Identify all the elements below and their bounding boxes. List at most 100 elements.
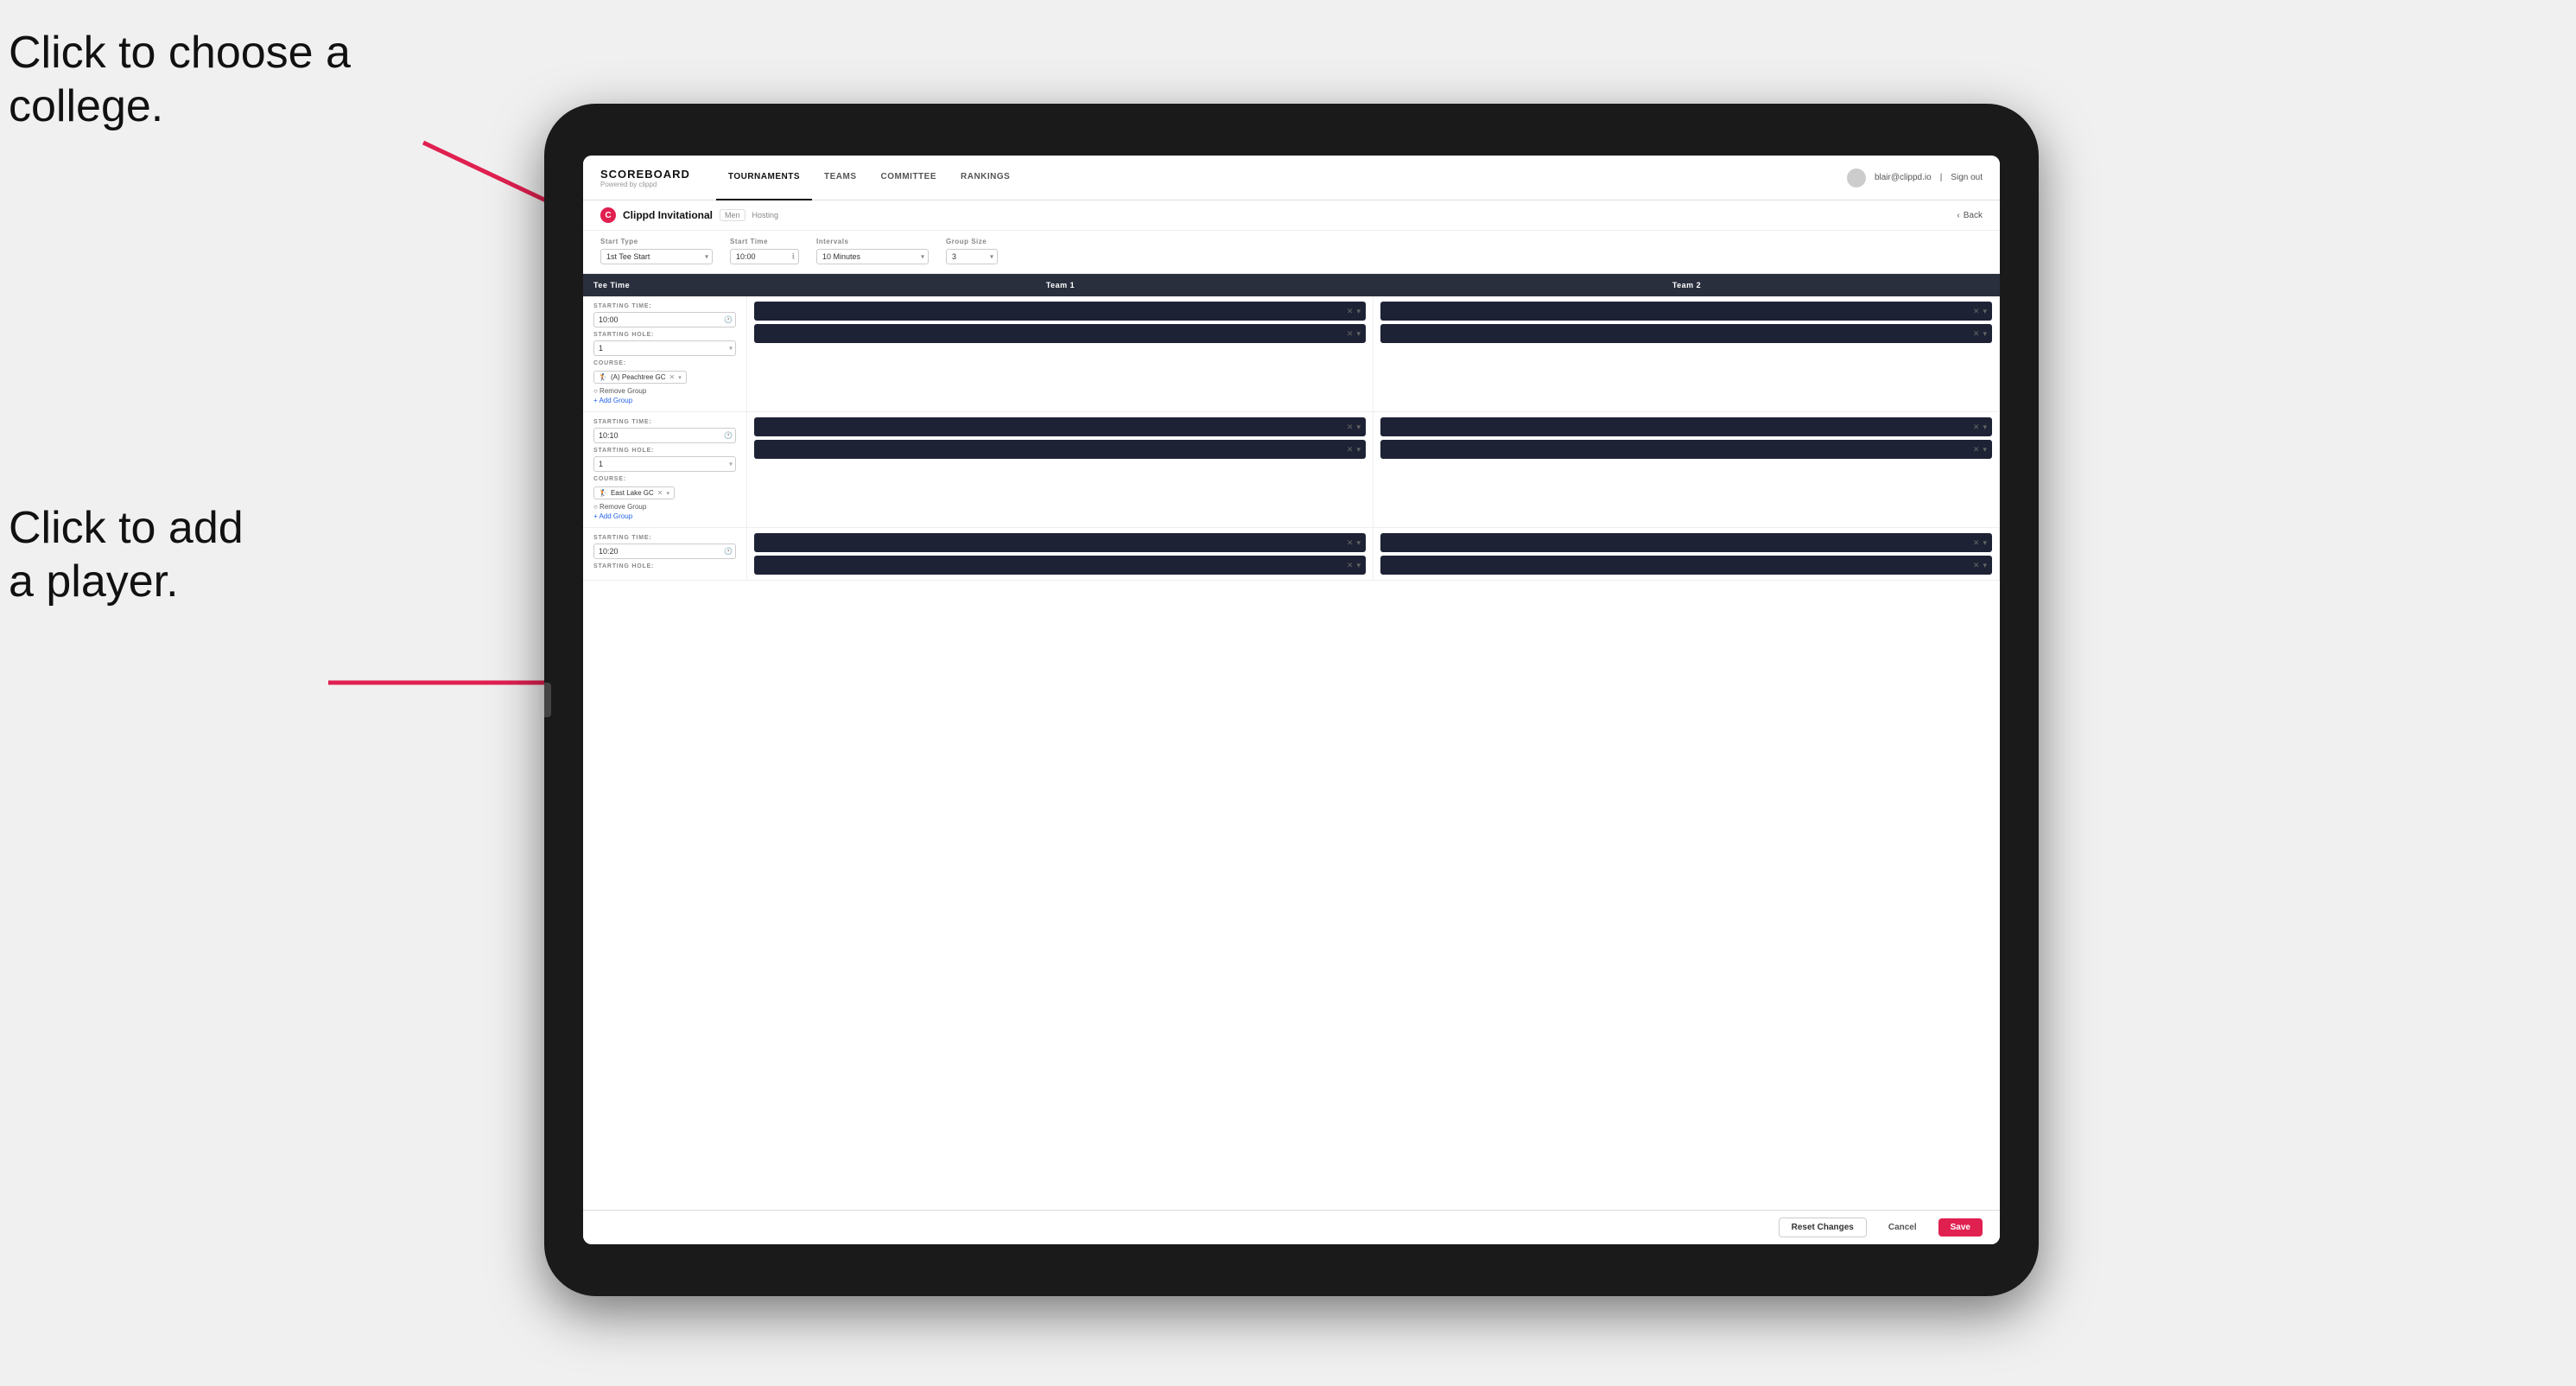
nav-link-committee[interactable]: COMMITTEE bbox=[869, 156, 949, 200]
add-group-2[interactable]: + Add Group bbox=[593, 512, 736, 520]
player-arr-icon[interactable]: ▾ bbox=[1983, 307, 1987, 316]
player-row-2-1[interactable]: ✕ ▾ bbox=[754, 417, 1366, 436]
group-2-left: STARTING TIME: 🕐 STARTING HOLE: 1 ▾ COUR… bbox=[583, 412, 747, 527]
remove-group-1[interactable]: ○ Remove Group bbox=[593, 387, 736, 395]
course-arr-2: ▾ bbox=[666, 490, 669, 497]
navbar: SCOREBOARD Powered by clippd TOURNAMENTS… bbox=[583, 156, 2000, 200]
player-row-2-3[interactable]: ✕ ▾ bbox=[1380, 417, 1992, 436]
nav-link-rankings[interactable]: RANKINGS bbox=[949, 156, 1022, 200]
brand-sub: Powered by clippd bbox=[600, 181, 690, 188]
th-tee-time: Tee Time bbox=[583, 274, 747, 296]
start-time-label: Start Time bbox=[730, 238, 799, 245]
player-arr-icon[interactable]: ▾ bbox=[1983, 445, 1987, 455]
nav-link-tournaments[interactable]: TOURNAMENTS bbox=[716, 156, 812, 200]
player-arr-icon[interactable]: ▾ bbox=[1356, 561, 1361, 570]
player-arr-icon[interactable]: ▾ bbox=[1983, 561, 1987, 570]
reset-button[interactable]: Reset Changes bbox=[1779, 1218, 1867, 1237]
player-arr-icon[interactable]: ▾ bbox=[1983, 538, 1987, 548]
remove-group-2[interactable]: ○ Remove Group bbox=[593, 503, 736, 511]
starting-hole-select-1[interactable]: 1 bbox=[593, 340, 736, 356]
annotation-choose-college: Click to choose a college. bbox=[9, 26, 351, 134]
sign-out-link[interactable]: Sign out bbox=[1951, 173, 1983, 182]
th-team2: Team 2 bbox=[1374, 274, 2000, 296]
nav-right: blair@clippd.io | Sign out bbox=[1847, 168, 1983, 188]
start-time-input[interactable] bbox=[730, 249, 799, 264]
player-arr-icon[interactable]: ▾ bbox=[1983, 329, 1987, 339]
player-row-1-2[interactable]: ✕ ▾ bbox=[754, 324, 1366, 343]
player-arr-icon[interactable]: ▾ bbox=[1356, 329, 1361, 339]
player-x-icon[interactable]: ✕ bbox=[1347, 445, 1354, 455]
cancel-button[interactable]: Cancel bbox=[1875, 1218, 1930, 1237]
player-arr-icon[interactable]: ▾ bbox=[1356, 538, 1361, 548]
course-remove-2[interactable]: ✕ bbox=[657, 489, 663, 497]
player-arr-icon[interactable]: ▾ bbox=[1983, 423, 1987, 432]
nav-link-teams[interactable]: TEAMS bbox=[812, 156, 869, 200]
player-row-3-3[interactable]: ✕ ▾ bbox=[1380, 533, 1992, 552]
save-button[interactable]: Save bbox=[1938, 1218, 1983, 1237]
player-row-2-2[interactable]: ✕ ▾ bbox=[754, 440, 1366, 459]
player-x-icon[interactable]: ✕ bbox=[1973, 423, 1980, 432]
player-arr-icon[interactable]: ▾ bbox=[1356, 445, 1361, 455]
add-group-1[interactable]: + Add Group bbox=[593, 397, 736, 404]
brand-title: SCOREBOARD bbox=[600, 168, 690, 181]
footer-bar: Reset Changes Cancel Save bbox=[583, 1210, 2000, 1244]
player-x-icon[interactable]: ✕ bbox=[1347, 423, 1354, 432]
player-x-icon[interactable]: ✕ bbox=[1973, 561, 1980, 570]
intervals-select[interactable]: 10 Minutes bbox=[816, 249, 929, 264]
course-arr-1: ▾ bbox=[678, 374, 682, 381]
intervals-control: Intervals 10 Minutes bbox=[816, 238, 929, 264]
back-button[interactable]: ‹ Back bbox=[1957, 211, 1983, 220]
player-arr-icon[interactable]: ▾ bbox=[1356, 307, 1361, 316]
time-icon-3: 🕐 bbox=[724, 547, 733, 555]
player-x-icon[interactable]: ✕ bbox=[1347, 538, 1354, 548]
sub-header-left: C Clippd Invitational Men Hosting bbox=[600, 207, 778, 223]
sub-header: C Clippd Invitational Men Hosting ‹ Back bbox=[583, 200, 2000, 231]
start-time-info-icon: ℹ bbox=[792, 251, 795, 261]
starting-hole-label-2: STARTING HOLE: bbox=[593, 448, 736, 454]
start-type-select[interactable]: 1st Tee Start bbox=[600, 249, 713, 264]
group-3-team1: ✕ ▾ ✕ ▾ bbox=[747, 528, 1374, 580]
starting-hole-wrap-1: 1 ▾ bbox=[593, 340, 736, 356]
player-row-2-4[interactable]: ✕ ▾ bbox=[1380, 440, 1992, 459]
player-row-1-1[interactable]: ✕ ▾ bbox=[754, 302, 1366, 321]
player-x-icon[interactable]: ✕ bbox=[1347, 307, 1354, 316]
starting-time-input-2[interactable] bbox=[593, 428, 736, 443]
course-tag-1[interactable]: 🏌 (A) Peachtree GC ✕ ▾ bbox=[593, 371, 687, 384]
nav-links: TOURNAMENTS TEAMS COMMITTEE RANKINGS bbox=[716, 156, 1847, 200]
player-x-icon[interactable]: ✕ bbox=[1347, 561, 1354, 570]
starting-time-input-1[interactable] bbox=[593, 312, 736, 327]
course-label-1: COURSE: bbox=[593, 360, 736, 366]
time-icon-1: 🕐 bbox=[724, 315, 733, 323]
start-type-label: Start Type bbox=[600, 238, 713, 245]
start-time-input-wrap: ℹ bbox=[730, 248, 799, 264]
th-team1: Team 1 bbox=[747, 274, 1374, 296]
player-arr-icon[interactable]: ▾ bbox=[1356, 423, 1361, 432]
group-3-team2: ✕ ▾ ✕ ▾ bbox=[1374, 528, 2000, 580]
player-row-3-1[interactable]: ✕ ▾ bbox=[754, 533, 1366, 552]
group-1-left: STARTING TIME: 🕐 STARTING HOLE: 1 ▾ COUR… bbox=[583, 296, 747, 411]
starting-hole-select-2[interactable]: 1 bbox=[593, 456, 736, 472]
player-x-icon[interactable]: ✕ bbox=[1973, 538, 1980, 548]
course-remove-1[interactable]: ✕ bbox=[669, 373, 676, 381]
course-tag-2[interactable]: 🏌 East Lake GC ✕ ▾ bbox=[593, 486, 675, 499]
tablet-side-button bbox=[544, 683, 551, 717]
group-size-select[interactable]: 3 bbox=[946, 249, 998, 264]
start-time-control: Start Time ℹ bbox=[730, 238, 799, 264]
player-x-icon[interactable]: ✕ bbox=[1973, 329, 1980, 339]
group-2-team1: ✕ ▾ ✕ ▾ bbox=[747, 412, 1374, 527]
starting-time-input-3[interactable] bbox=[593, 544, 736, 559]
player-row-1-4[interactable]: ✕ ▾ bbox=[1380, 324, 1992, 343]
table-header: Tee Time Team 1 Team 2 bbox=[583, 274, 2000, 296]
player-row-1-3[interactable]: ✕ ▾ bbox=[1380, 302, 1992, 321]
starting-hole-wrap-2: 1 ▾ bbox=[593, 455, 736, 472]
hole-chevron-2: ▾ bbox=[729, 460, 733, 467]
player-row-3-2[interactable]: ✕ ▾ bbox=[754, 556, 1366, 575]
player-x-icon[interactable]: ✕ bbox=[1973, 307, 1980, 316]
player-x-icon[interactable]: ✕ bbox=[1347, 329, 1354, 339]
player-x-icon[interactable]: ✕ bbox=[1973, 445, 1980, 455]
course-label-2: COURSE: bbox=[593, 476, 736, 482]
tablet-device: SCOREBOARD Powered by clippd TOURNAMENTS… bbox=[544, 104, 2039, 1296]
start-type-control: Start Type 1st Tee Start bbox=[600, 238, 713, 264]
player-row-3-4[interactable]: ✕ ▾ bbox=[1380, 556, 1992, 575]
intervals-label: Intervals bbox=[816, 238, 929, 245]
